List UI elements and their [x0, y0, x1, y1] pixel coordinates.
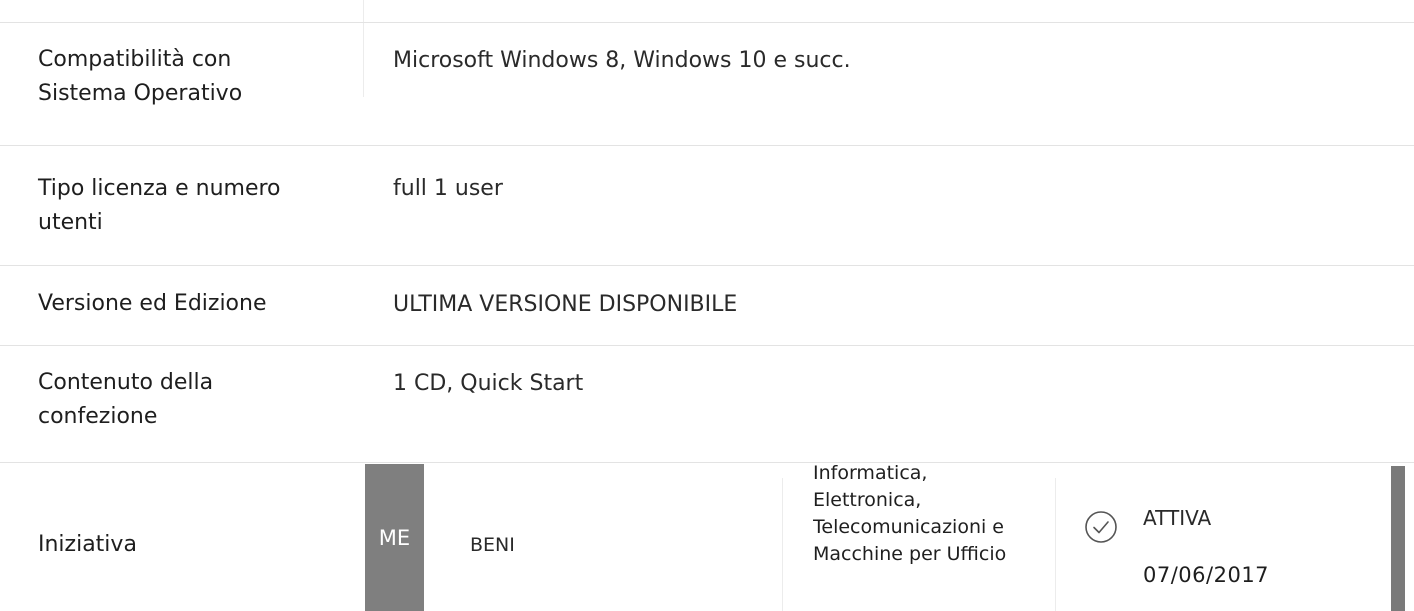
column-divider [1055, 478, 1056, 611]
check-circle-icon [1085, 511, 1117, 543]
spec-label-version: Versione ed Edizione [38, 291, 267, 316]
spec-label-license: Tipo licenza e numero utenti [38, 176, 281, 235]
status-date: 07/06/2017 [1143, 563, 1270, 587]
column-divider [782, 478, 783, 611]
column-divider-top [363, 0, 364, 97]
side-bar [1391, 466, 1405, 611]
spec-value-license: full 1 user [393, 176, 503, 201]
iniziativa-label: Iniziativa [38, 532, 137, 557]
row-divider [0, 22, 1414, 23]
iniziativa-type: BENI [470, 534, 515, 556]
spec-value-version: ULTIMA VERSIONE DISPONIBILE [393, 292, 738, 317]
row-divider [0, 345, 1414, 346]
row-divider [0, 145, 1414, 146]
spec-label-os: Compatibilità con Sistema Operativo [38, 47, 243, 106]
spec-value-contents: 1 CD, Quick Start [393, 371, 584, 396]
spec-label-contents: Contenuto della confezione [38, 370, 214, 429]
status-badge: ATTIVA [1143, 506, 1212, 530]
iniziativa-category: Informatica, Elettronica, Telecomunicazi… [813, 462, 1007, 565]
me-badge: ME [365, 464, 424, 611]
row-divider [0, 462, 1414, 463]
spec-value-os: Microsoft Windows 8, Windows 10 e succ. [393, 48, 851, 73]
row-divider [0, 265, 1414, 266]
